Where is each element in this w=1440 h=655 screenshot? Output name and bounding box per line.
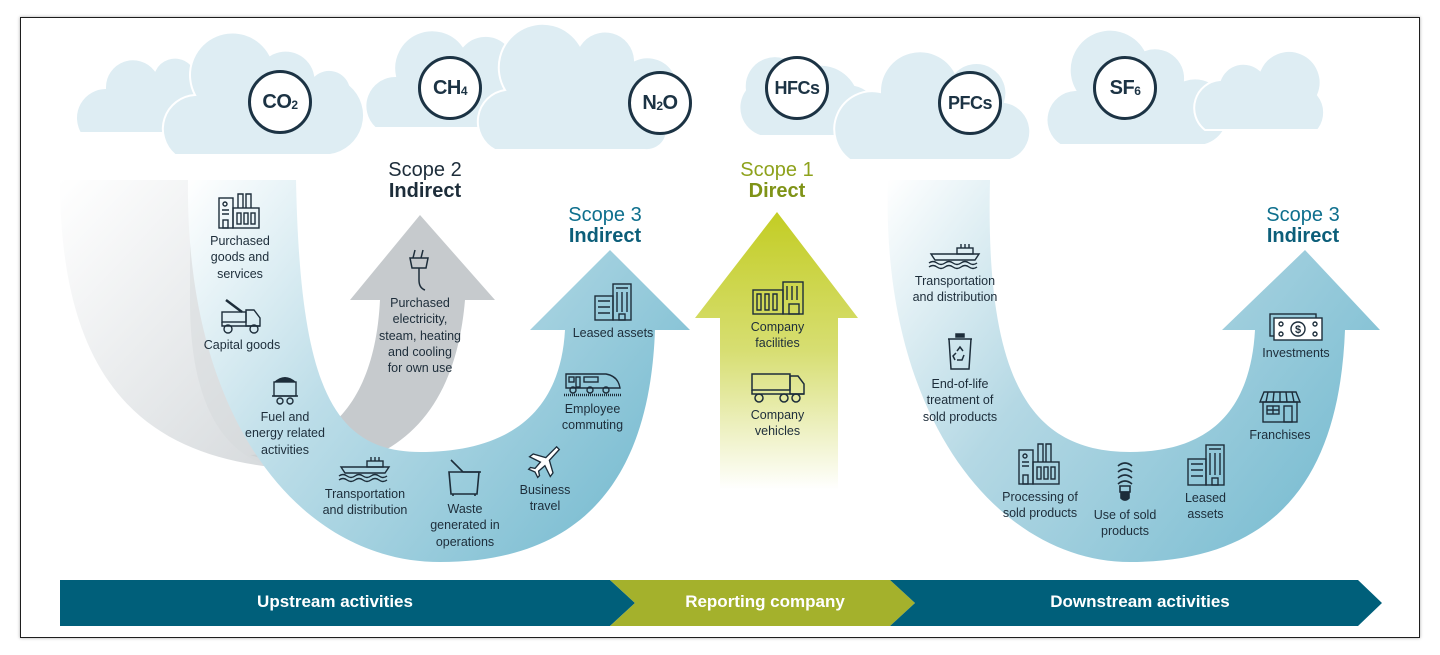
downstream-item: Processing of sold products [990, 440, 1090, 522]
waste-bin-icon [448, 459, 481, 496]
scope3-upstream-heading: Scope 3 Indirect [540, 205, 670, 247]
gas-sf6: SF 6 [1093, 56, 1157, 120]
money-icon: $ [1269, 313, 1323, 341]
factory-icon [1018, 443, 1060, 485]
storefront-icon [1258, 391, 1302, 423]
upstream-item: Purchased goods and services [190, 190, 290, 282]
downstream-item: Transportation and distribution [900, 242, 1010, 306]
gas-co2: CO 2 [248, 70, 312, 134]
scope3-downstream-number: Scope 3 [1266, 204, 1340, 226]
upstream-item: Waste generated in operations [420, 458, 510, 550]
cloud [1193, 49, 1326, 131]
scope3-upstream-kind: Indirect [568, 225, 642, 247]
company-building-icon [751, 281, 804, 315]
upstream-item: Transportation and distribution [310, 455, 420, 519]
recycle-bin-icon [948, 333, 972, 370]
office-building-icon [1186, 444, 1225, 486]
scope2-heading: Scope 2 Indirect [360, 160, 490, 202]
scope1-item: Company vehicles [730, 372, 825, 440]
light-bulb-icon [1117, 462, 1133, 501]
scope2-kind: Indirect [388, 180, 462, 202]
svg-text:$: $ [1295, 324, 1301, 336]
downstream-item: Franchises [1230, 390, 1330, 443]
scope3-downstream-heading: Scope 3 Indirect [1238, 205, 1368, 247]
stage-downstream-label: Downstream activities [1050, 592, 1230, 611]
upstream-item: Capital goods [192, 298, 292, 353]
gas-ch4: CH 4 [418, 56, 482, 120]
upstream-item: Leased assets [563, 282, 663, 341]
train-icon [563, 373, 622, 397]
scope2-item: Purchased electricity, steam, heating an… [370, 248, 470, 376]
power-plug-icon [409, 249, 429, 291]
stage-reporting-label: Reporting company [685, 592, 845, 611]
stage-upstream-label: Upstream activities [257, 592, 413, 611]
upstream-item: Fuel and energy related activities [235, 372, 335, 458]
truck-icon [750, 373, 805, 403]
scope3-downstream-kind: Indirect [1266, 225, 1340, 247]
ship-icon [338, 457, 391, 483]
coal-cart-icon [272, 377, 298, 405]
scope2-number: Scope 2 [388, 159, 462, 181]
downstream-item: End-of-life treatment of sold products [905, 333, 1015, 425]
dump-truck-icon [221, 299, 261, 334]
upstream-item: Employee commuting [545, 370, 640, 434]
ship-icon [928, 244, 981, 270]
downstream-item: Use of sold products [1080, 460, 1170, 540]
gas-hfcs: HFCs [765, 56, 829, 120]
scope1-heading: Scope 1 Direct [712, 160, 842, 202]
gas-n2o: N2O [628, 71, 692, 135]
scope3-upstream-number: Scope 3 [568, 204, 642, 226]
office-building-icon [594, 283, 632, 321]
downstream-item: $ Investments [1246, 312, 1346, 361]
airplane-icon [527, 445, 561, 479]
scope1-kind: Direct [748, 180, 806, 202]
gas-pfcs: PFCs [938, 71, 1002, 135]
scope1-item: Company facilities [730, 280, 825, 352]
downstream-item: Leased assets [1168, 443, 1243, 523]
upstream-item: Business travel [505, 445, 585, 515]
factory-icon [218, 193, 260, 229]
scope1-number: Scope 1 [740, 159, 814, 181]
